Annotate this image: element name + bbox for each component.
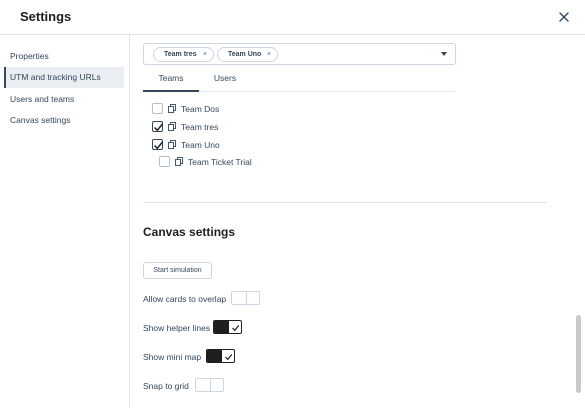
mini-map-toggle[interactable] xyxy=(206,349,235,363)
selected-team-tag: Team tres × xyxy=(153,47,214,62)
checkmark-icon xyxy=(225,354,233,361)
sidebar-item-properties[interactable]: Properties xyxy=(4,46,124,67)
tag-label: Team Uno xyxy=(228,51,262,58)
start-simulation-button[interactable]: Start simulation xyxy=(143,262,212,279)
remove-tag-icon[interactable]: × xyxy=(267,48,271,61)
tab-teams[interactable]: Teams xyxy=(143,71,199,92)
caret-down-icon[interactable] xyxy=(441,52,447,56)
team-checkbox[interactable] xyxy=(152,121,164,132)
snap-to-grid-toggle[interactable] xyxy=(195,378,224,392)
tag-label: Team tres xyxy=(164,51,197,58)
settings-sidebar: Properties UTM and tracking URLs Users a… xyxy=(0,35,130,408)
canvas-settings-heading: Canvas settings xyxy=(143,225,236,239)
team-icon xyxy=(168,140,176,149)
modal-header: Settings xyxy=(0,0,585,35)
checkmark-icon xyxy=(153,141,164,150)
checkmark-icon xyxy=(153,123,164,132)
team-checkbox[interactable] xyxy=(159,156,170,167)
main-content: Team tres × Team Uno × Teams Users Team … xyxy=(130,35,585,408)
allow-overlap-toggle[interactable] xyxy=(231,291,260,305)
teams-users-tabs: Teams Users xyxy=(143,71,456,92)
remove-tag-icon[interactable]: × xyxy=(203,48,207,61)
section-divider xyxy=(143,202,547,203)
team-label: Team tres xyxy=(181,122,219,132)
team-multiselect[interactable]: Team tres × Team Uno × xyxy=(143,43,456,65)
toggle-label: Show helper lines xyxy=(143,323,211,333)
team-label: Team Ticket Trial xyxy=(188,157,252,167)
team-icon xyxy=(175,157,183,166)
modal-title: Settings xyxy=(20,9,72,24)
team-icon xyxy=(168,104,176,113)
team-label: Team Uno xyxy=(181,140,220,150)
selected-team-tag: Team Uno × xyxy=(217,47,278,62)
team-checkbox[interactable] xyxy=(152,139,164,150)
team-icon xyxy=(168,122,176,131)
sidebar-item-canvas-settings[interactable]: Canvas settings xyxy=(4,110,124,131)
helper-lines-toggle[interactable] xyxy=(213,320,242,334)
checkmark-icon xyxy=(232,325,240,332)
toggle-label: Snap to grid xyxy=(143,381,189,391)
team-checkbox[interactable] xyxy=(152,103,163,114)
toggle-label: Allow cards to overlap xyxy=(143,294,227,304)
scrollbar-thumb[interactable] xyxy=(576,315,581,393)
team-label: Team Dos xyxy=(181,104,220,114)
sidebar-item-utm-tracking[interactable]: UTM and tracking URLs xyxy=(4,67,124,88)
close-icon[interactable] xyxy=(557,10,571,24)
sidebar-item-users-teams[interactable]: Users and teams xyxy=(4,89,124,110)
toggle-label: Show mini map xyxy=(143,352,202,362)
tab-users[interactable]: Users xyxy=(209,71,241,92)
